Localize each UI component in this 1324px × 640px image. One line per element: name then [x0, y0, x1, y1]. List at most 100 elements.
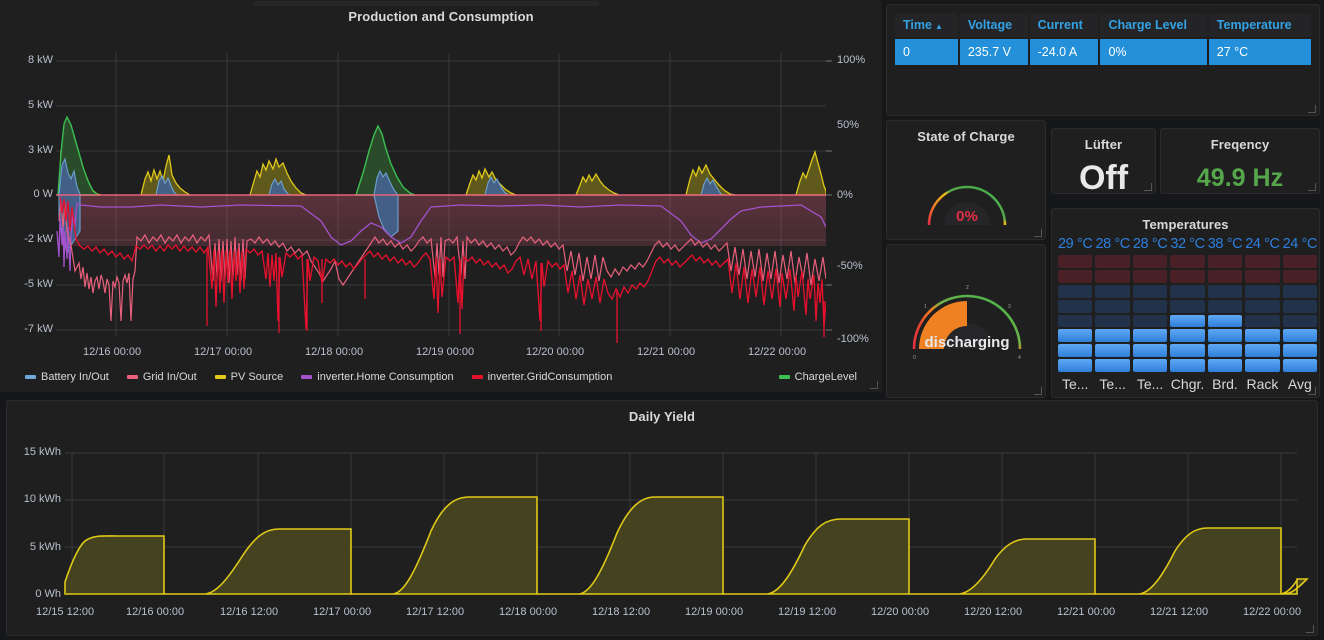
yield-x-axis-tick: 12/20 12:00	[964, 606, 1023, 618]
bargauge-cell	[1170, 269, 1205, 283]
panel-frequency[interactable]: Freqency 49.9 Hz	[1160, 128, 1320, 194]
table-row[interactable]: 0 235.7 V -24.0 A 0% 27 °C	[895, 39, 1311, 65]
bargauge-value: 32 °C	[1170, 236, 1205, 252]
bargauge-cell	[1170, 284, 1205, 298]
table-header-row: Time ▲ Voltage Current Charge Level Tempe…	[895, 13, 1311, 37]
bargauge-cells	[1282, 252, 1318, 375]
bargauge-cell	[1058, 255, 1093, 268]
bargauge-cells	[1058, 252, 1093, 375]
yield-x-axis-tick: 12/21 12:00	[1150, 606, 1209, 618]
y-axis-left-tick: -7 kW	[24, 323, 53, 335]
column-header-charge-level[interactable]: Charge Level	[1100, 13, 1207, 37]
bargauge-cells	[1207, 252, 1243, 375]
bargauge-value: 24 °C	[1245, 236, 1280, 252]
y-axis-left-tick: 8 kW	[27, 54, 53, 66]
panel-discharging-gauge[interactable]: 0 1 2 3 4 discharging	[886, 244, 1046, 398]
bargauge-cell	[1095, 299, 1130, 313]
bargauge-cell	[1170, 314, 1205, 328]
panel-production-and-consumption[interactable]: Production and Consumption 8 kW 5 kW 3 k…	[0, 0, 882, 392]
bargauge-cell	[1282, 359, 1318, 372]
panel-title-luefter: Lüfter	[1084, 137, 1123, 152]
legend-item-grid-consumption[interactable]: inverter.GridConsumption	[471, 371, 613, 383]
x-axis-tick: 12/17 00:00	[194, 346, 253, 358]
bargauge-cell	[1170, 255, 1205, 268]
column-header-current[interactable]: Current	[1029, 13, 1099, 37]
legend-item-battery[interactable]: Battery In/Out	[25, 371, 109, 383]
legend-swatch-icon	[126, 375, 138, 379]
column-header-time[interactable]: Time ▲	[895, 13, 958, 37]
legend-label: inverter.GridConsumption	[487, 371, 613, 383]
bargauge-cell	[1095, 359, 1130, 372]
yield-x-axis-tick: 12/19 00:00	[685, 606, 744, 618]
bargauge-cell	[1132, 329, 1168, 343]
bargauge-cell	[1132, 269, 1168, 283]
gauge-tick-4: 4	[1018, 355, 1021, 361]
bargauge-column[interactable]: 32 °C Chgr.	[1170, 236, 1205, 393]
legend-swatch-icon	[301, 375, 313, 379]
legend-item-pv[interactable]: PV Source	[214, 371, 283, 383]
y-axis-right-tick: -50%	[837, 260, 863, 272]
panel-resize-grip[interactable]	[1308, 105, 1317, 114]
column-label: Time	[903, 18, 932, 32]
yield-x-axis-tick: 12/18 00:00	[499, 606, 558, 618]
bargauge-column[interactable]: 28 °C Te...	[1132, 236, 1168, 393]
state-of-charge-value: 0%	[956, 208, 978, 225]
battery-table: Time ▲ Voltage Current Charge Level Tempe…	[893, 11, 1313, 67]
bargauge-label: Avg	[1287, 376, 1312, 392]
bargauge-cell	[1058, 299, 1093, 313]
panel-luefter[interactable]: Lüfter Off	[1051, 128, 1156, 194]
legend-item-grid[interactable]: Grid In/Out	[126, 371, 197, 383]
bargauge-cell	[1058, 284, 1093, 298]
bargauge-cell	[1207, 299, 1243, 313]
bargauge-cell	[1170, 359, 1205, 372]
bargauge-cell	[1058, 359, 1093, 372]
panel-daily-yield[interactable]: Daily Yield 15 kWh 10 kWh 5 kWh 0 Wh 12/…	[6, 400, 1318, 636]
bargauge-cells	[1095, 252, 1130, 375]
bargauge-cell	[1245, 314, 1280, 328]
bargauge-cell	[1245, 255, 1280, 268]
bargauge-label: Brd.	[1212, 376, 1238, 392]
series-daily-yield	[64, 496, 1309, 595]
yield-y-axis-tick: 10 kWh	[23, 493, 61, 505]
yield-x-axis-tick: 12/19 12:00	[778, 606, 837, 618]
bargauge-column[interactable]: 28 °C Te...	[1095, 236, 1130, 393]
y-axis-left-tick: -5 kW	[24, 278, 53, 290]
cell-temperature: 27 °C	[1208, 39, 1311, 65]
bargauge-cell	[1207, 344, 1243, 358]
bargauge-cells	[1245, 252, 1280, 375]
bargauge-column[interactable]: 24 °C Avg	[1282, 236, 1318, 393]
yield-x-axis-tick: 12/16 12:00	[220, 606, 279, 618]
bargauge-cell	[1058, 314, 1093, 328]
bargauge-value: 38 °C	[1207, 236, 1243, 252]
bargauge-label: Te...	[1136, 376, 1164, 392]
bargauge-label: Chgr.	[1170, 376, 1205, 392]
bargauge-cell	[1207, 314, 1243, 328]
bargauge-cell	[1207, 359, 1243, 372]
legend-item-chargelevel[interactable]: ChargeLevel	[778, 371, 857, 383]
bargauge-cell	[1245, 359, 1280, 372]
yield-y-axis-tick: 0 Wh	[35, 588, 61, 600]
bargauge-column[interactable]: 29 °C Te...	[1058, 236, 1093, 393]
bargauge-cell	[1132, 284, 1168, 298]
bargauge-cell	[1170, 344, 1205, 358]
bargauge-column[interactable]: 24 °C Rack	[1245, 236, 1280, 393]
gauge-tick-3: 3	[1008, 304, 1011, 310]
bargauge-cell	[1132, 314, 1168, 328]
x-axis-tick: 12/20 00:00	[526, 346, 585, 358]
bargauge-cell	[1095, 314, 1130, 328]
y-axis-left-tick: -2 kW	[24, 233, 53, 245]
panel-drag-handle[interactable]	[254, 1, 599, 6]
column-header-voltage[interactable]: Voltage	[959, 13, 1028, 37]
legend-item-home-consumption[interactable]: inverter.Home Consumption	[301, 371, 454, 383]
bargauge-column[interactable]: 38 °C Brd.	[1207, 236, 1243, 393]
x-axis-tick: 12/18 00:00	[305, 346, 364, 358]
bargauge-cell	[1170, 299, 1205, 313]
panel-state-of-charge[interactable]: State of Charge 0%	[886, 120, 1046, 240]
y-axis-left-tick: 0 W	[33, 188, 53, 200]
bargauge-cell	[1095, 269, 1130, 283]
column-header-temperature[interactable]: Temperature	[1208, 13, 1311, 37]
panel-battery-table[interactable]: Time ▲ Voltage Current Charge Level Tempe…	[886, 4, 1320, 116]
legend-swatch-icon	[25, 375, 36, 379]
panel-temperatures[interactable]: Temperatures 29 °C Te... 28 °C Te... 28 °C Te…	[1051, 208, 1320, 398]
bargauge-cell	[1282, 344, 1318, 358]
